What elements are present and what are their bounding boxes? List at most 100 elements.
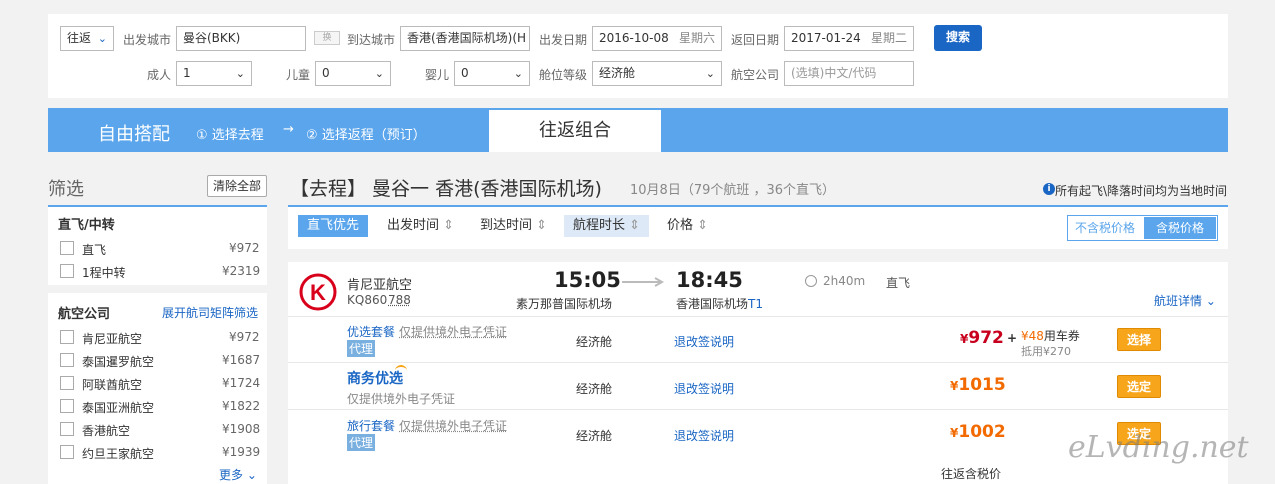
aircraft-type[interactable]: 788 — [388, 293, 411, 307]
step-arrow: → — [283, 122, 294, 137]
depart-date-label: 出发日期 — [539, 33, 588, 47]
infant-select[interactable]: 0 ⌄ — [454, 61, 530, 86]
airline-option-price: ¥972 — [229, 330, 260, 344]
adult-value: 1 — [183, 66, 191, 80]
tax-included-option[interactable]: 含税价格 — [1144, 217, 1216, 239]
direct-flag: 直飞 — [886, 276, 911, 290]
tax-excluded-option[interactable]: 不含税价格 — [1069, 217, 1141, 239]
departure-airport: 素万那普国际机场 — [516, 297, 613, 311]
fare-rules-link[interactable]: 退改签说明 — [674, 333, 734, 350]
sort-label: 价格 — [667, 218, 694, 233]
sort-duration[interactable]: 航程时长 ⇕ — [564, 215, 650, 237]
divider — [288, 316, 1228, 317]
fare-package-name[interactable]: 商务优选 — [347, 368, 403, 388]
fare-package-name[interactable]: 优选套餐 — [347, 323, 395, 340]
svg-text:K: K — [310, 280, 326, 305]
coupon-amount: 48 — [1028, 329, 1044, 343]
airline-logo: K — [299, 273, 337, 311]
clear-all-button[interactable]: 清除全部 — [207, 175, 267, 197]
flight-number: KQ860 — [347, 293, 388, 307]
child-value: 0 — [322, 66, 330, 80]
trip-type-value: 往返 — [67, 31, 92, 45]
infant-label: 婴儿 — [425, 68, 450, 82]
fare-price: ¥1015 — [950, 375, 1006, 395]
tab-free-combo[interactable]: 自由搭配 — [98, 120, 170, 146]
airline-option-label: 泰国暹罗航空 — [82, 355, 155, 369]
return-weekday: 星期二 — [870, 31, 907, 45]
coupon-currency: ¥ — [1021, 329, 1029, 343]
adult-select[interactable]: 1 ⌄ — [176, 61, 252, 86]
swap-cities-button[interactable]: 换 — [314, 31, 340, 45]
adult-label: 成人 — [147, 68, 172, 82]
tab-round-trip-combo[interactable]: 往返组合 — [488, 109, 662, 152]
return-date-label: 返回日期 — [731, 33, 780, 47]
arrive-city-input[interactable]: 香港(香港国际机场)(H — [400, 26, 530, 51]
flight-details-link[interactable]: 航班详情 ⌄ — [1154, 292, 1216, 309]
more-airlines-link[interactable]: 更多 ⌄ — [219, 466, 257, 483]
chevron-down-icon: ⌄ — [374, 67, 384, 80]
checkbox-airline[interactable] — [60, 353, 74, 367]
fare-rules-link[interactable]: 退改签说明 — [674, 427, 734, 444]
cabin-select[interactable]: 经济舱 ⌄ — [592, 61, 722, 86]
fare-cabin: 经济舱 — [576, 335, 613, 349]
select-fare-button[interactable]: 选定 — [1117, 375, 1161, 398]
checkbox-direct[interactable] — [60, 241, 74, 255]
return-date-input[interactable]: 2017-01-24 星期二 — [784, 26, 914, 51]
fare-package-note: 仅提供境外电子凭证 — [399, 325, 508, 339]
child-select[interactable]: 0 ⌄ — [315, 61, 391, 86]
agent-tag: 代理 — [347, 434, 376, 451]
divider — [288, 362, 1228, 363]
checkbox-airline[interactable] — [60, 376, 74, 390]
trip-type-select[interactable]: 往返 ⌄ — [60, 26, 114, 51]
chevron-down-icon: ⌄ — [513, 67, 523, 80]
fare-amount: 1002 — [958, 422, 1006, 442]
round-trip-tax-note: 往返含税价 — [941, 467, 1002, 481]
sort-direct-first[interactable]: 直飞优先 — [298, 215, 369, 237]
filter-title: 筛选 — [48, 179, 84, 200]
fare-amount: 972 — [968, 328, 1004, 348]
select-fare-button[interactable]: 选择 — [1117, 328, 1161, 351]
timezone-note: 所有起飞\降落时间均为当地时间 — [1055, 184, 1228, 198]
search-button[interactable]: 搜索 — [934, 25, 982, 51]
checkbox-airline[interactable] — [60, 330, 74, 344]
fare-package-name[interactable]: 旅行套餐 — [347, 417, 395, 434]
sort-depart-time[interactable]: 出发时间 ⇕ — [378, 215, 463, 237]
checkbox-airline[interactable] — [60, 399, 74, 413]
depart-date-input[interactable]: 2016-10-08 星期六 — [592, 26, 722, 51]
sort-label: 到达时间 — [480, 218, 533, 233]
results-subtitle: 10月8日（79个航班 ，36个直飞） — [630, 183, 836, 198]
stops-filter-title: 直飞/中转 — [58, 218, 115, 233]
airline-matrix-link[interactable]: 展开航司矩阵筛选 — [162, 304, 258, 321]
clock-icon — [805, 275, 817, 287]
coupon-label: 用车券 — [1043, 329, 1080, 343]
sort-arrows-icon: ⇕ — [697, 218, 709, 233]
airline-option-label: 香港航空 — [82, 424, 131, 438]
airline-input[interactable]: (选填)中文/代码 — [784, 61, 914, 86]
stop-option-price: ¥972 — [229, 241, 260, 255]
chevron-down-icon: ⌄ — [97, 32, 107, 45]
fare-price: ¥972 — [960, 328, 1004, 348]
infant-value: 0 — [461, 66, 469, 80]
info-icon: i — [1043, 183, 1055, 195]
airline-placeholder: (选填)中文/代码 — [791, 66, 877, 80]
fare-price: ¥1002 — [950, 422, 1006, 442]
checkbox-airline[interactable] — [60, 445, 74, 459]
fare-cabin: 经济舱 — [576, 382, 613, 396]
arrival-terminal: T1 — [748, 297, 763, 311]
cabin-value: 经济舱 — [599, 66, 636, 80]
checkbox-one-stop[interactable] — [60, 264, 74, 278]
flight-details-label: 航班详情 — [1154, 294, 1203, 308]
airline-option-price: ¥1724 — [222, 376, 261, 390]
divider — [288, 409, 1228, 410]
depart-city-value: 曼谷(BKK) — [183, 31, 241, 45]
depart-weekday: 星期六 — [678, 31, 715, 45]
fare-package-note: 仅提供境外电子凭证 — [399, 419, 508, 433]
sort-arrive-time[interactable]: 到达时间 ⇕ — [471, 215, 556, 237]
cabin-label: 舱位等级 — [539, 68, 588, 82]
depart-city-input[interactable]: 曼谷(BKK) — [176, 26, 306, 51]
watermark: eLvding.net — [1068, 430, 1249, 465]
sort-price[interactable]: 价格 ⇕ — [658, 215, 717, 237]
airline-option-price: ¥1939 — [222, 445, 261, 459]
checkbox-airline[interactable] — [60, 422, 74, 436]
fare-rules-link[interactable]: 退改签说明 — [674, 380, 734, 397]
